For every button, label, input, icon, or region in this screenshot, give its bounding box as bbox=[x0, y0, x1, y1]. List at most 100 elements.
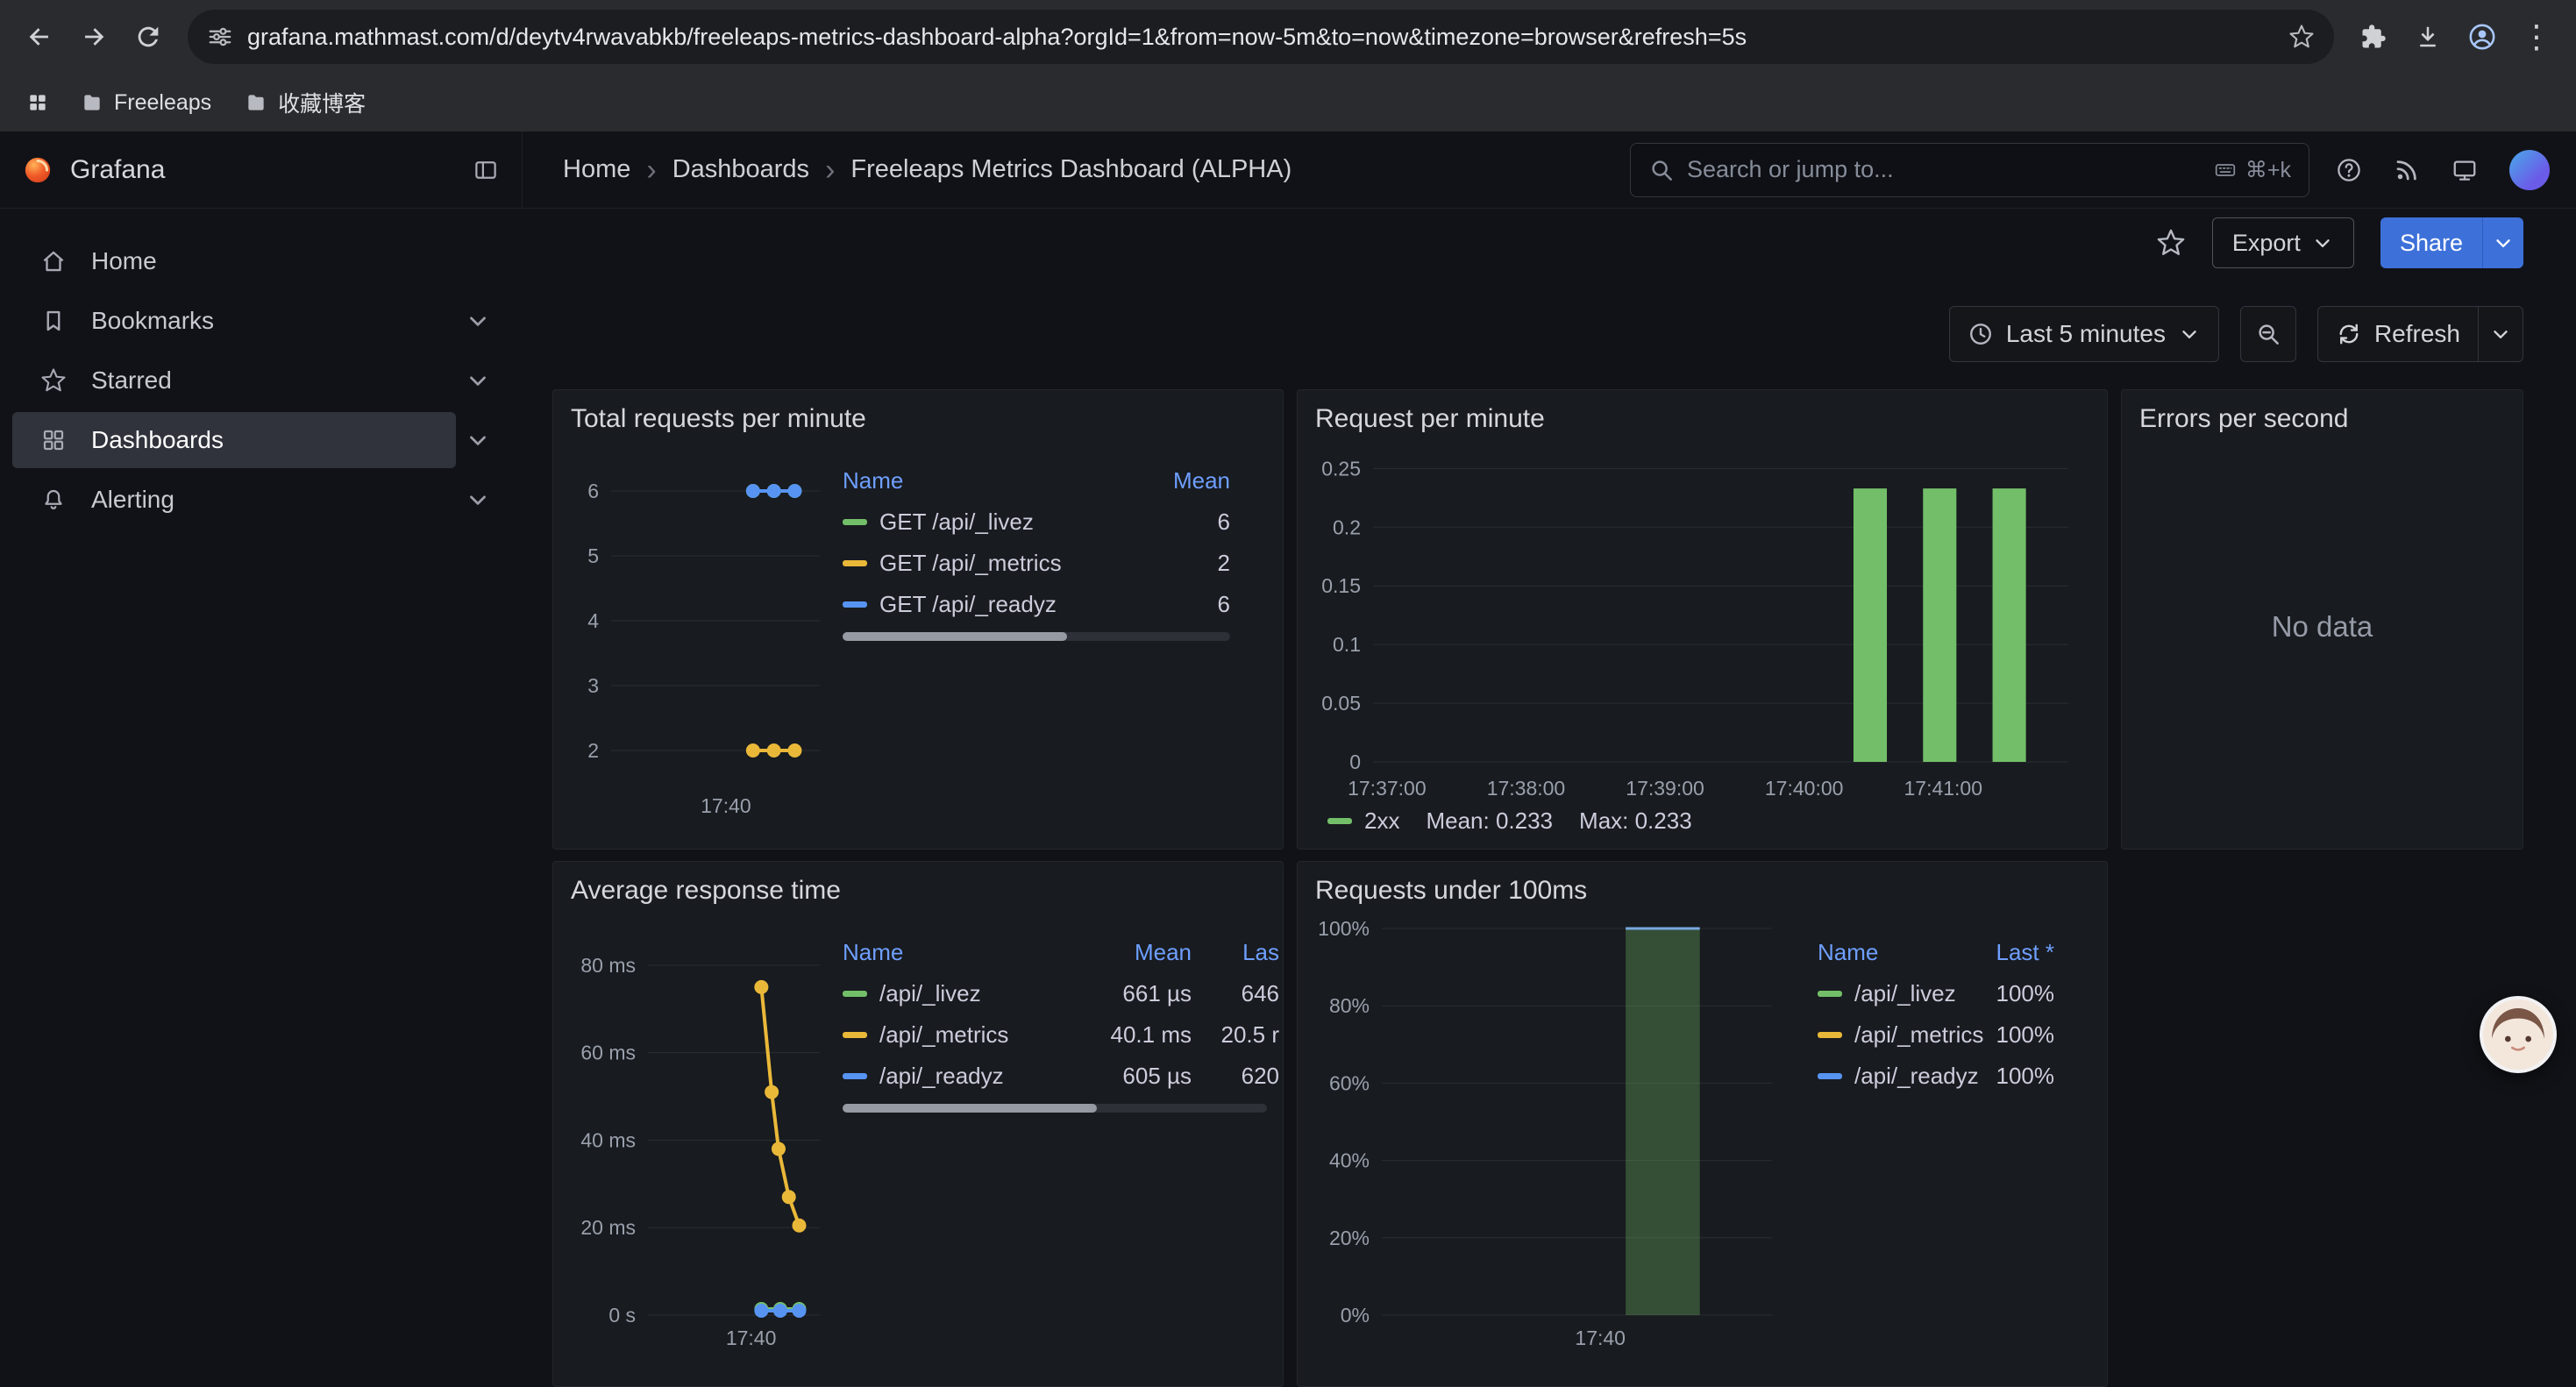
legend-col-mean[interactable]: Mean bbox=[1125, 467, 1230, 494]
series-name[interactable]: /api/_metrics bbox=[879, 1021, 1008, 1049]
bookmark-star-icon[interactable] bbox=[2288, 24, 2315, 50]
legend-row[interactable]: /api/_livez 661 µs 646 bbox=[843, 973, 1279, 1014]
legend-row[interactable]: /api/_metrics 100% bbox=[1818, 1014, 2054, 1056]
sidebar-item-label: Dashboards bbox=[91, 426, 224, 454]
bookmark-folder-freeleaps[interactable]: Freeleaps bbox=[70, 85, 222, 121]
download-icon bbox=[2415, 24, 2441, 50]
extensions-button[interactable] bbox=[2348, 11, 2399, 62]
chevron-down-icon[interactable] bbox=[465, 427, 491, 453]
favorite-dashboard-button[interactable] bbox=[2156, 228, 2186, 258]
legend-col-last[interactable]: Las bbox=[1192, 939, 1279, 966]
series-name[interactable]: /api/_readyz bbox=[879, 1063, 1004, 1090]
request-per-minute-chart[interactable]: 0.250.20.150.10.05017:37:0017:38:0017:39… bbox=[1305, 441, 2093, 806]
sidebar-item-dashboards[interactable]: Dashboards bbox=[0, 412, 523, 468]
sidebar-item-starred[interactable]: Starred bbox=[0, 352, 523, 409]
svg-text:17:40: 17:40 bbox=[726, 1327, 777, 1349]
panel-title[interactable]: Errors per second bbox=[2122, 390, 2523, 439]
total-requests-chart[interactable]: 6543217:40 bbox=[560, 441, 834, 823]
panel-title[interactable]: Request per minute bbox=[1298, 390, 2107, 439]
time-range-label: Last 5 minutes bbox=[2006, 320, 2166, 348]
chevron-down-icon bbox=[2489, 323, 2512, 345]
avg-response-time-chart[interactable]: 80 ms60 ms40 ms20 ms0 s17:40 bbox=[560, 913, 834, 1355]
svg-text:17:40: 17:40 bbox=[701, 794, 751, 817]
requests-under-100ms-chart[interactable]: 100%80%60%40%20%0%17:40 bbox=[1305, 913, 1809, 1355]
address-bar[interactable]: grafana.mathmast.com/d/deytv4rwavabkb/fr… bbox=[188, 10, 2334, 64]
legend-col-name[interactable]: Name bbox=[843, 467, 1125, 494]
back-button[interactable] bbox=[14, 11, 65, 62]
site-settings-icon[interactable] bbox=[207, 24, 233, 50]
time-range-picker[interactable]: Last 5 minutes bbox=[1949, 306, 2219, 362]
legend-row[interactable]: /api/_livez 100% bbox=[1818, 973, 2054, 1014]
sidebar-item-bookmarks[interactable]: Bookmarks bbox=[0, 293, 523, 349]
brand-title: Grafana bbox=[70, 155, 165, 185]
series-mean: 661 µs bbox=[1060, 980, 1192, 1007]
search-placeholder: Search or jump to... bbox=[1687, 156, 1894, 183]
refresh-interval-dropdown[interactable] bbox=[2478, 307, 2523, 361]
search-input[interactable]: Search or jump to... ⌘+k bbox=[1630, 143, 2309, 197]
panel-title[interactable]: Average response time bbox=[553, 862, 1283, 911]
share-button[interactable]: Share bbox=[2380, 217, 2482, 268]
user-avatar[interactable] bbox=[2509, 150, 2550, 190]
legend-row[interactable]: /api/_readyz 100% bbox=[1818, 1056, 2054, 1097]
forward-icon bbox=[79, 22, 109, 52]
legend-table: Name Last * /api/_livez 100% /api/_metri… bbox=[1809, 913, 2093, 1377]
series-name[interactable]: /api/_livez bbox=[1854, 980, 1956, 1007]
apps-grid-button[interactable] bbox=[18, 82, 58, 123]
legend-col-mean[interactable]: Mean bbox=[1060, 939, 1192, 966]
folder-icon bbox=[81, 91, 103, 114]
grafana-logo-icon[interactable] bbox=[23, 155, 53, 185]
zoom-out-time-button[interactable] bbox=[2240, 306, 2296, 362]
legend-row[interactable]: /api/_readyz 605 µs 620 bbox=[843, 1056, 1279, 1097]
sidebar-collapse-button[interactable] bbox=[473, 157, 499, 183]
series-color-swatch bbox=[843, 560, 867, 566]
scrollbar-thumb[interactable] bbox=[843, 632, 1067, 641]
profile-button[interactable] bbox=[2457, 11, 2508, 62]
chevron-down-icon[interactable] bbox=[465, 367, 491, 394]
legend-item-2xx[interactable]: 2xx bbox=[1327, 807, 1399, 835]
series-color-swatch bbox=[1818, 991, 1842, 997]
legend-scrollbar[interactable] bbox=[843, 1104, 1267, 1113]
rss-icon[interactable] bbox=[2394, 157, 2420, 183]
bookmark-folder-blogs[interactable]: 收藏博客 bbox=[234, 82, 376, 124]
monitor-icon[interactable] bbox=[2451, 157, 2478, 183]
sidebar-item-label: Starred bbox=[91, 366, 172, 395]
series-name[interactable]: /api/_livez bbox=[879, 980, 981, 1007]
forward-button[interactable] bbox=[68, 11, 119, 62]
panel-title[interactable]: Requests under 100ms bbox=[1298, 862, 2107, 911]
export-button[interactable]: Export bbox=[2212, 217, 2354, 268]
breadcrumb-home[interactable]: Home bbox=[563, 155, 630, 184]
apps-grid-icon bbox=[26, 91, 49, 114]
refresh-button[interactable]: Refresh bbox=[2318, 307, 2478, 361]
panel-title[interactable]: Total requests per minute bbox=[553, 390, 1283, 439]
chevron-down-icon bbox=[2178, 323, 2201, 345]
series-name[interactable]: GET /api/_readyz bbox=[879, 591, 1057, 618]
legend-col-name[interactable]: Name bbox=[843, 939, 1060, 966]
legend-row[interactable]: /api/_metrics 40.1 ms 20.5 r bbox=[843, 1014, 1279, 1056]
no-data-message: No data bbox=[2122, 439, 2523, 849]
downloads-button[interactable] bbox=[2402, 11, 2453, 62]
sidebar-item-alerting[interactable]: Alerting bbox=[0, 472, 523, 528]
panel-errors-per-second: Errors per second No data bbox=[2121, 389, 2523, 850]
breadcrumb-dashboards[interactable]: Dashboards bbox=[672, 155, 809, 184]
legend-row[interactable]: GET /api/_livez 6 bbox=[843, 501, 1230, 543]
breadcrumb-separator: › bbox=[825, 155, 835, 185]
bookmark-icon bbox=[40, 308, 67, 334]
legend-scrollbar[interactable] bbox=[843, 632, 1230, 641]
browser-menu-button[interactable]: ⋮ bbox=[2511, 11, 2562, 62]
share-dropdown-button[interactable] bbox=[2482, 217, 2523, 268]
help-icon[interactable] bbox=[2336, 157, 2362, 183]
chevron-down-icon[interactable] bbox=[465, 487, 491, 513]
sidebar-item-home[interactable]: Home bbox=[0, 233, 523, 289]
legend-row[interactable]: GET /api/_metrics 2 bbox=[843, 543, 1230, 584]
assistant-avatar[interactable] bbox=[2480, 996, 2557, 1073]
series-name[interactable]: GET /api/_livez bbox=[879, 509, 1034, 536]
legend-row[interactable]: GET /api/_readyz 6 bbox=[843, 584, 1230, 625]
series-name[interactable]: GET /api/_metrics bbox=[879, 550, 1062, 577]
legend-col-last[interactable]: Last * bbox=[1949, 939, 2054, 966]
legend-col-name[interactable]: Name bbox=[1818, 939, 1949, 966]
sidebar-item-label: Bookmarks bbox=[91, 307, 214, 335]
chevron-down-icon[interactable] bbox=[465, 308, 491, 334]
scrollbar-thumb[interactable] bbox=[843, 1104, 1097, 1113]
reload-button[interactable] bbox=[123, 11, 174, 62]
url-text[interactable]: grafana.mathmast.com/d/deytv4rwavabkb/fr… bbox=[247, 24, 2274, 51]
